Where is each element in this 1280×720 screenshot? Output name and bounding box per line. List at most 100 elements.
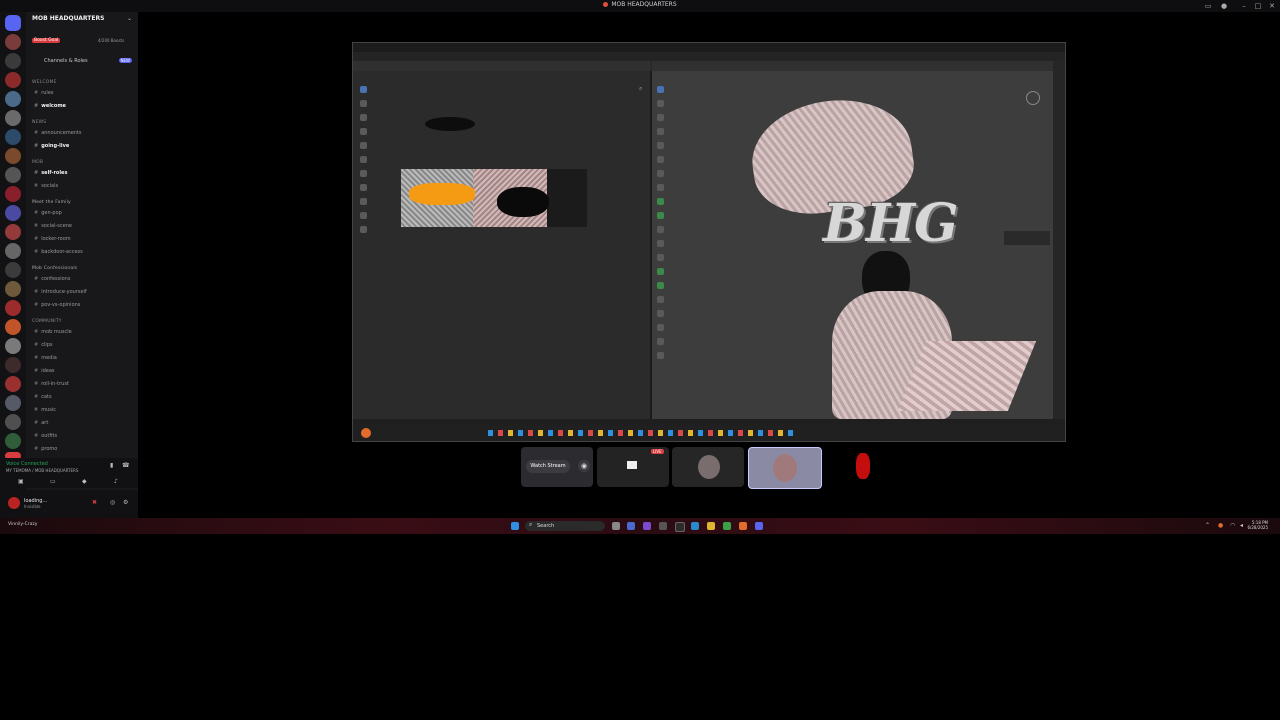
grab-tool-icon[interactable] <box>360 212 367 219</box>
taskbar-clock[interactable]: 5:18 PM 6/28/2025 <box>1247 520 1268 530</box>
pinch-tool-icon[interactable] <box>360 226 367 233</box>
participant-tile-speaking[interactable] <box>748 447 822 489</box>
camera-icon[interactable]: ▣ <box>18 478 24 485</box>
server-icon[interactable] <box>5 167 21 183</box>
channel-announcements[interactable]: # announcements <box>34 130 82 136</box>
server-icon[interactable] <box>5 433 21 449</box>
task-view-icon[interactable] <box>612 522 620 530</box>
zoom-icon[interactable]: ⌕ <box>639 85 642 93</box>
channels-roles-link[interactable]: Channels & Roles <box>44 58 88 64</box>
smooth-tool-icon[interactable] <box>657 296 664 303</box>
tray-app-icon[interactable]: ● <box>1218 522 1223 529</box>
channel-socials[interactable]: # socials <box>34 183 58 189</box>
channel-backdoor-access[interactable]: # backdoor-access <box>34 249 83 255</box>
channel-ideas[interactable]: # ideas <box>34 368 55 374</box>
poly-build-tool-icon[interactable] <box>657 268 664 275</box>
headphones-icon[interactable]: ◎ <box>110 499 115 506</box>
app-icon[interactable] <box>627 522 635 530</box>
annotate-tool-icon[interactable] <box>657 170 664 177</box>
signal-icon[interactable]: ▮ <box>110 462 113 469</box>
loop-cut-tool-icon[interactable] <box>657 240 664 247</box>
server-icon[interactable] <box>5 91 21 107</box>
channel-self-roles[interactable]: # self-roles <box>34 170 67 176</box>
server-icon[interactable] <box>5 148 21 164</box>
disconnect-icon[interactable]: ☎ <box>122 462 129 469</box>
extrude-tool-icon[interactable] <box>657 198 664 205</box>
server-icon[interactable] <box>5 110 21 126</box>
channel-gen-pop[interactable]: # gen-pop <box>34 210 62 216</box>
app-icon[interactable] <box>643 522 651 530</box>
server-icon[interactable] <box>5 376 21 392</box>
server-icon[interactable] <box>5 281 21 297</box>
rotate-tool-icon[interactable] <box>657 128 664 135</box>
start-icon[interactable] <box>511 522 519 530</box>
server-icon[interactable] <box>5 414 21 430</box>
channel-cats[interactable]: # cats <box>34 394 52 400</box>
category-news[interactable]: NEWS <box>32 120 46 125</box>
mute-icon[interactable]: ✖ <box>92 499 97 506</box>
category-confessionals[interactable]: Mob Confessionals <box>32 266 77 271</box>
server-icon[interactable] <box>5 129 21 145</box>
activity-icon[interactable]: ◆ <box>82 478 87 485</box>
sample-tool-icon[interactable] <box>360 198 367 205</box>
move-tool-icon[interactable] <box>657 114 664 121</box>
app-icon[interactable] <box>675 522 685 532</box>
server-icon[interactable] <box>5 338 21 354</box>
app-icon[interactable] <box>723 522 731 530</box>
participant-tile[interactable] <box>672 447 744 487</box>
close-icon[interactable]: ✕ <box>1268 2 1276 10</box>
chevron-down-icon[interactable]: ⌄ <box>127 15 132 22</box>
channel-going-live[interactable]: # going-live <box>34 143 69 149</box>
blender-icon[interactable] <box>739 522 747 530</box>
category-mob[interactable]: MOB <box>32 160 43 165</box>
discord-icon[interactable] <box>755 522 763 530</box>
server-icon[interactable] <box>5 262 21 278</box>
inbox-icon[interactable]: ▭ <box>1204 2 1212 10</box>
category-community[interactable]: COMMUNITY <box>32 319 62 324</box>
stream-video[interactable]: ⌕ BHG <box>352 42 1066 442</box>
edge-icon[interactable] <box>691 522 699 530</box>
scale-tool-icon[interactable] <box>360 142 367 149</box>
voice-status[interactable]: Voice Connected <box>6 461 48 467</box>
app-icon[interactable] <box>659 522 667 530</box>
channel-media[interactable]: # media <box>34 355 57 361</box>
server-icon[interactable] <box>5 34 21 50</box>
minimize-icon[interactable]: – <box>1240 2 1248 10</box>
server-icon[interactable] <box>5 395 21 411</box>
maximize-icon[interactable]: □ <box>1254 2 1262 10</box>
channel-rules[interactable]: # rules <box>34 90 54 96</box>
file-explorer-icon[interactable] <box>707 522 715 530</box>
server-icon[interactable] <box>5 319 21 335</box>
cursor-tool-icon[interactable] <box>657 100 664 107</box>
navigation-gizmo-icon[interactable] <box>1026 91 1040 105</box>
channel-welcome[interactable]: # welcome <box>34 103 66 109</box>
inset-tool-icon[interactable] <box>657 212 664 219</box>
knife-tool-icon[interactable] <box>657 254 664 261</box>
transform-tool-icon[interactable] <box>360 156 367 163</box>
edge-slide-tool-icon[interactable] <box>657 310 664 317</box>
server-icon[interactable] <box>5 53 21 69</box>
rotate-tool-icon[interactable] <box>360 128 367 135</box>
help-icon[interactable]: ● <box>1220 2 1228 10</box>
category-welcome[interactable]: WELCOME <box>32 80 57 85</box>
server-icon[interactable] <box>5 300 21 316</box>
cursor-tool-icon[interactable] <box>360 100 367 107</box>
server-icon[interactable] <box>5 186 21 202</box>
measure-tool-icon[interactable] <box>657 184 664 191</box>
annotate-tool-icon[interactable] <box>360 170 367 177</box>
bevel-tool-icon[interactable] <box>657 226 664 233</box>
server-icon[interactable] <box>5 72 21 88</box>
taskbar-search[interactable]: Search <box>525 521 605 531</box>
channel-clips[interactable]: # clips <box>34 342 53 348</box>
scale-tool-icon[interactable] <box>657 142 664 149</box>
watch-stream-button[interactable]: Watch Stream <box>526 460 570 473</box>
shear-tool-icon[interactable] <box>657 338 664 345</box>
channel-roll-in[interactable]: # roll-in-trust <box>34 381 69 387</box>
server-icon[interactable] <box>5 243 21 259</box>
avatar[interactable] <box>8 497 20 509</box>
wifi-icon[interactable]: ◠ <box>1230 522 1235 529</box>
boost-badge[interactable]: Boost Goal <box>32 38 61 43</box>
category-meet-the-family[interactable]: Meet the Family <box>32 200 71 205</box>
server-icon[interactable] <box>5 357 21 373</box>
gear-icon[interactable]: ⚙ <box>123 499 128 506</box>
